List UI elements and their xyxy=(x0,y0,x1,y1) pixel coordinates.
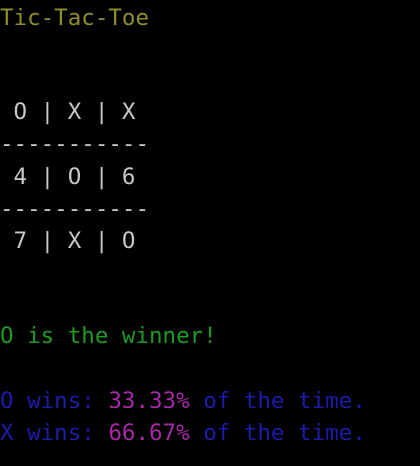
board-row-1: O | X | X xyxy=(0,99,136,125)
board-row-3: 7 | X | O xyxy=(0,228,136,254)
x-win-suffix: of the time. xyxy=(189,420,366,446)
board-separator-1: ----------- xyxy=(0,131,150,157)
o-win-suffix: of the time. xyxy=(189,388,366,414)
winner-message: O is the winner! xyxy=(0,323,217,349)
board-separator-2: ----------- xyxy=(0,196,150,222)
o-win-prefix: O wins: xyxy=(0,388,109,414)
o-win-stat: O wins: 33.33% of the time. xyxy=(0,385,366,417)
board-row-2: 4 | O | 6 xyxy=(0,164,136,190)
x-win-prefix: X wins: xyxy=(0,420,109,446)
x-win-percent: 66.67% xyxy=(108,420,190,446)
x-win-stat: X wins: 66.67% of the time. xyxy=(0,417,366,449)
game-title: Tic-Tac-Toe xyxy=(0,5,150,31)
o-win-percent: 33.33% xyxy=(108,388,190,414)
